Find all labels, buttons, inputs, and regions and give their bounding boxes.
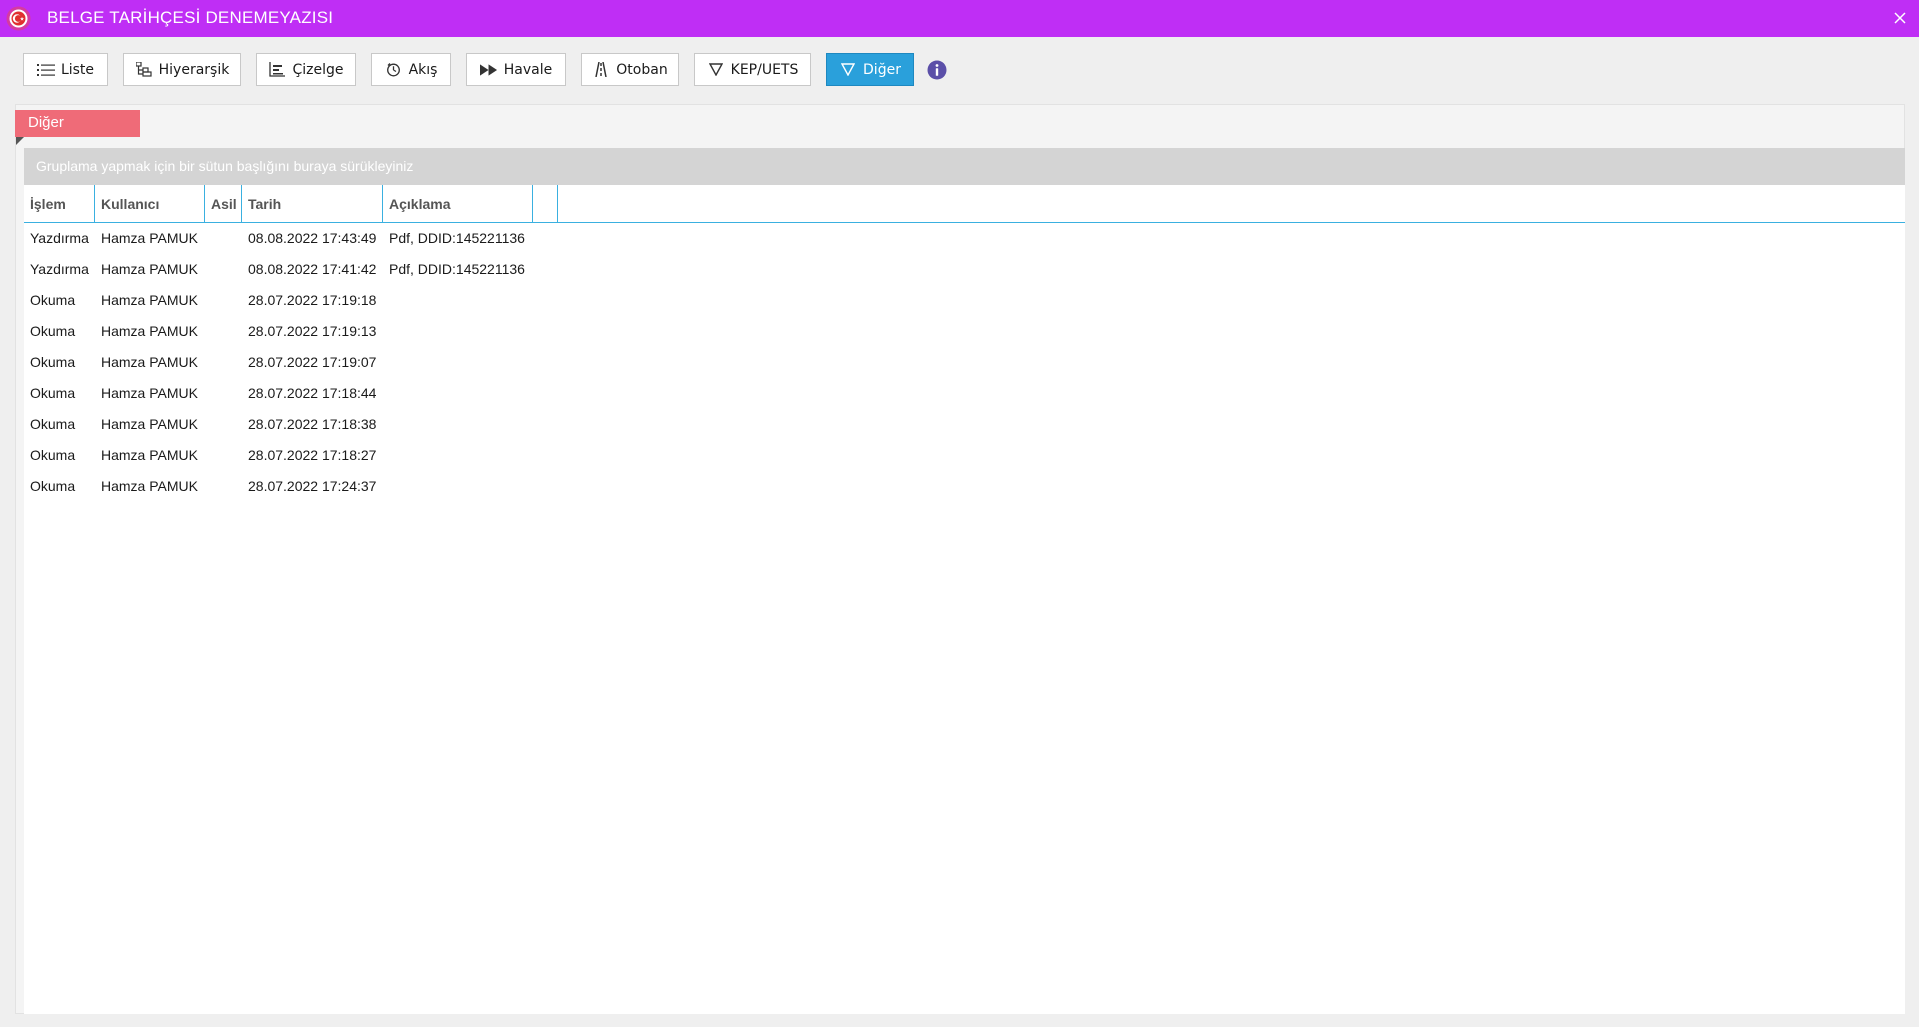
cell-aciklama (383, 347, 533, 378)
akis-button[interactable]: Akış (371, 53, 451, 86)
cell-aciklama (383, 378, 533, 409)
tag-corner-marker (16, 137, 24, 145)
otoban-button[interactable]: Otoban (581, 53, 679, 86)
forward-icon (479, 61, 498, 79)
column-header-extra[interactable] (533, 185, 558, 223)
cell-asil (205, 471, 242, 502)
grid-rows: Yazdırma Hamza PAMUK 08.08.2022 17:43:49… (24, 223, 1905, 502)
cell-islem: Okuma (30, 292, 76, 308)
cell-islem: Okuma (30, 354, 76, 370)
cell-tarih: 08.08.2022 17:43:49 (248, 230, 377, 246)
cell-tarih: 08.08.2022 17:41:42 (248, 261, 377, 277)
cell-aciklama (383, 285, 533, 316)
kep-uets-label: KEP/UETS (730, 61, 799, 78)
table-row[interactable]: Okuma Hamza PAMUK 28.07.2022 17:19:13 (24, 316, 1905, 347)
cell-kullanici: Hamza PAMUK (101, 478, 198, 494)
cell-islem: Yazdırma (30, 230, 89, 246)
column-header-kullanici[interactable]: Kullanıcı (95, 185, 205, 223)
cizelge-button[interactable]: Çizelge (256, 53, 356, 86)
filter-icon (839, 61, 857, 79)
table-row[interactable]: Okuma Hamza PAMUK 28.07.2022 17:18:38 (24, 409, 1905, 440)
hiyerarsik-button[interactable]: Hiyerarşik (123, 53, 241, 86)
liste-button[interactable]: Liste (23, 53, 108, 86)
cell-tarih: 28.07.2022 17:19:13 (248, 323, 377, 339)
cell-asil (205, 254, 242, 285)
cell-kullanici: Hamza PAMUK (101, 385, 198, 401)
kep-uets-button[interactable]: KEP/UETS (694, 53, 811, 86)
cell-islem: Okuma (30, 416, 76, 432)
diger-button[interactable]: Diğer (826, 53, 914, 86)
column-header-islem[interactable]: İşlem (24, 185, 95, 223)
cell-islem: Okuma (30, 478, 76, 494)
cell-asil (205, 223, 242, 254)
cell-asil (205, 440, 242, 471)
cell-islem: Okuma (30, 323, 76, 339)
history-panel: Diğer Gruplama yapmak için bir sütun baş… (15, 104, 1905, 1014)
window-title: BELGE TARİHÇESİ DENEMEYAZISI (47, 8, 334, 27)
group-by-drop-area[interactable]: Gruplama yapmak için bir sütun başlığını… (24, 148, 1905, 185)
havale-button[interactable]: Havale (466, 53, 566, 86)
cell-tarih: 28.07.2022 17:19:07 (248, 354, 377, 370)
cell-asil (205, 378, 242, 409)
cell-aciklama: Pdf, DDID:145221136 (389, 261, 525, 277)
filter-icon (707, 61, 725, 79)
cell-tarih: 28.07.2022 17:18:44 (248, 385, 377, 401)
title-bar: BELGE TARİHÇESİ DENEMEYAZISI (0, 0, 1919, 37)
cell-tarih: 28.07.2022 17:18:38 (248, 416, 377, 432)
diger-label: Diğer (863, 61, 901, 78)
flow-icon (385, 61, 403, 79)
cell-islem: Okuma (30, 447, 76, 463)
cell-aciklama (383, 440, 533, 471)
cell-aciklama: Pdf, DDID:145221136 (389, 230, 525, 246)
cell-kullanici: Hamza PAMUK (101, 354, 198, 370)
liste-label: Liste (60, 61, 95, 78)
table-row[interactable]: Okuma Hamza PAMUK 28.07.2022 17:19:18 (24, 285, 1905, 316)
history-grid: İşlem Kullanıcı Asil Tarih Açıklama Yazd… (24, 185, 1905, 1014)
hierarchy-icon (135, 61, 153, 79)
cell-aciklama (383, 409, 533, 440)
cell-asil (205, 285, 242, 316)
cell-aciklama (383, 316, 533, 347)
hiyerarsik-label: Hiyerarşik (158, 61, 230, 78)
app-logo-icon (6, 6, 31, 31)
cell-kullanici: Hamza PAMUK (101, 323, 198, 339)
table-row[interactable]: Okuma Hamza PAMUK 28.07.2022 17:18:44 (24, 378, 1905, 409)
cell-islem: Yazdırma (30, 261, 89, 277)
table-row[interactable]: Okuma Hamza PAMUK 28.07.2022 17:19:07 (24, 347, 1905, 378)
cell-tarih: 28.07.2022 17:19:18 (248, 292, 377, 308)
cell-islem: Okuma (30, 385, 76, 401)
cell-asil (205, 316, 242, 347)
column-header-tarih[interactable]: Tarih (242, 185, 383, 223)
table-row[interactable]: Okuma Hamza PAMUK 28.07.2022 17:24:37 (24, 471, 1905, 502)
cizelge-label: Çizelge (292, 61, 344, 78)
havale-label: Havale (503, 61, 553, 78)
chart-icon (268, 61, 286, 79)
cell-kullanici: Hamza PAMUK (101, 447, 198, 463)
list-icon (36, 61, 55, 79)
cell-aciklama (383, 471, 533, 502)
panel-tag: Diğer (15, 110, 140, 137)
column-header-aciklama[interactable]: Açıklama (383, 185, 533, 223)
grid-header: İşlem Kullanıcı Asil Tarih Açıklama (24, 185, 1905, 223)
close-icon (1894, 12, 1906, 24)
cell-kullanici: Hamza PAMUK (101, 230, 198, 246)
table-row[interactable]: Yazdırma Hamza PAMUK 08.08.2022 17:41:42… (24, 254, 1905, 285)
column-header-asil[interactable]: Asil (205, 185, 242, 223)
info-icon[interactable] (927, 60, 947, 80)
cell-asil (205, 347, 242, 378)
cell-kullanici: Hamza PAMUK (101, 416, 198, 432)
cell-tarih: 28.07.2022 17:24:37 (248, 478, 377, 494)
otoban-label: Otoban (616, 61, 668, 78)
cell-kullanici: Hamza PAMUK (101, 261, 198, 277)
close-button[interactable] (1889, 7, 1911, 29)
table-row[interactable]: Okuma Hamza PAMUK 28.07.2022 17:18:27 (24, 440, 1905, 471)
cell-kullanici: Hamza PAMUK (101, 292, 198, 308)
road-icon (592, 61, 610, 79)
akis-label: Akış (408, 61, 438, 78)
cell-tarih: 28.07.2022 17:18:27 (248, 447, 377, 463)
table-row[interactable]: Yazdırma Hamza PAMUK 08.08.2022 17:43:49… (24, 223, 1905, 254)
cell-asil (205, 409, 242, 440)
